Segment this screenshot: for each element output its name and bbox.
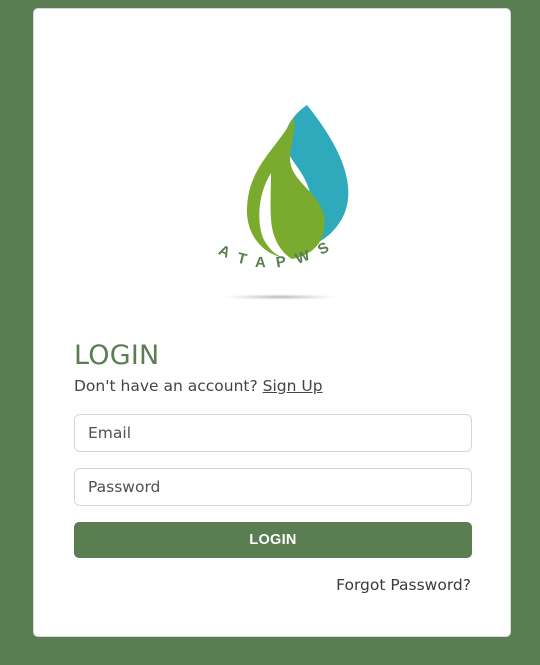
- forgot-password-link[interactable]: Forgot Password?: [336, 576, 471, 595]
- login-card: ATAPWS LOGIN Don't have an account? Sign…: [33, 8, 511, 637]
- login-button[interactable]: LOGIN: [74, 522, 472, 558]
- password-field[interactable]: [74, 468, 472, 506]
- atapws-logo: ATAPWS: [216, 105, 349, 300]
- logo-shadow: [222, 294, 338, 300]
- signup-link[interactable]: Sign Up: [263, 377, 323, 395]
- email-field[interactable]: [74, 414, 472, 452]
- signup-prompt-line: Don't have an account? Sign Up: [74, 377, 323, 396]
- page-title: LOGIN: [74, 340, 160, 371]
- signup-prompt-text: Don't have an account?: [74, 377, 258, 395]
